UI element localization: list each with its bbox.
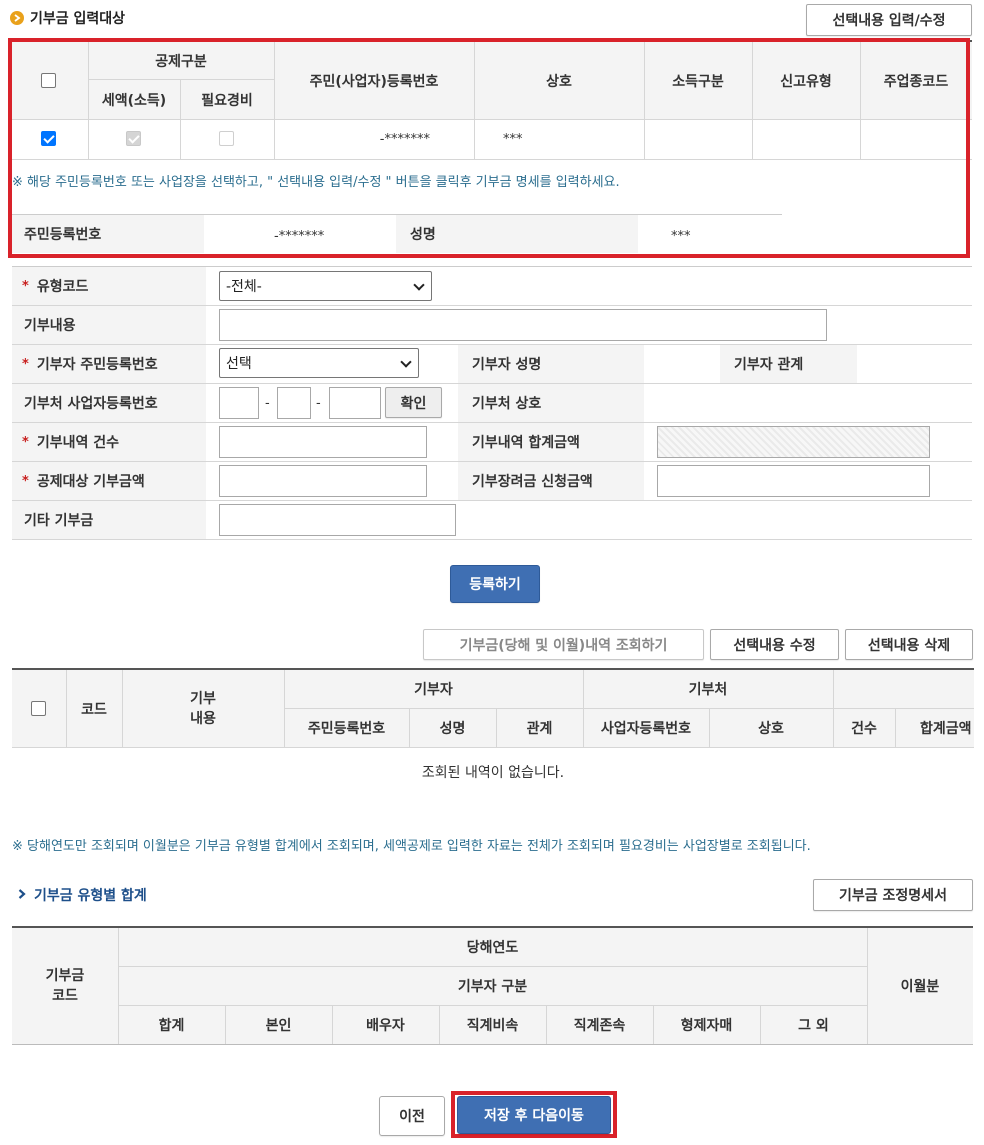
register-button[interactable]: 등록하기 (450, 565, 540, 603)
biz-reg-label: 기부처 사업자등록번호 (24, 396, 158, 412)
incentive-label: 기부장려금 신청금액 (472, 474, 593, 490)
list-total-header: 합계금액 (920, 721, 972, 737)
summary-col-ascendant: 직계존속 (573, 1018, 626, 1034)
select-input-button[interactable]: 선택내용 입력/수정 (806, 4, 972, 36)
summary-donor-type-header: 기부자 구분 (457, 979, 528, 995)
etc-input[interactable] (219, 504, 456, 536)
list-place-reg-header: 사업자등록번호 (600, 721, 692, 737)
target-highlight-box (8, 38, 970, 258)
list-empty-message: 조회된 내역이 없습니다. (421, 765, 565, 781)
adjust-statement-button[interactable]: 기부금 조정명세서 (813, 879, 973, 911)
summary-col-sibling: 형제자매 (680, 1018, 733, 1034)
list-code-header: 코드 (81, 701, 107, 718)
list-donor-relation-header: 관계 (526, 721, 553, 737)
save-next-button[interactable]: 저장 후 다음이동 (457, 1096, 611, 1134)
list-donor-group-header: 기부자 (414, 682, 453, 698)
incentive-input[interactable] (657, 465, 930, 497)
biz-name-label: 기부처 상호 (472, 396, 542, 412)
chevron-down-icon (413, 279, 425, 291)
donor-reg-label: * 기부자 주민등록번호 (22, 356, 158, 374)
biz-reg-input-3[interactable] (329, 387, 381, 419)
summary-col-descendant: 직계비속 (466, 1018, 519, 1034)
summary-code-header: 기부금 코드 (45, 968, 85, 1004)
list-place-group-header: 기부처 (688, 682, 728, 698)
chevron-down-icon (400, 356, 412, 368)
list-select-all-checkbox[interactable] (31, 701, 46, 716)
list-note: ※ 당해연도만 조회되며 이월분은 기부금 유형별 합계에서 조회되며, 세액공… (12, 839, 811, 854)
edit-selected-button[interactable]: 선택내용 수정 (710, 629, 839, 660)
section-header: 기부금 입력대상 (10, 8, 125, 28)
summary-title: 기부금 유형별 합계 (34, 888, 147, 904)
total-label: 기부내역 합계금액 (472, 435, 580, 451)
donor-name-label: 기부자 성명 (472, 357, 542, 373)
biz-reg-dash-2: - (316, 395, 321, 411)
deduct-input[interactable] (219, 465, 427, 497)
bullet-circle-icon (10, 11, 24, 25)
type-code-label: * 유형코드 (22, 278, 89, 296)
prev-button[interactable]: 이전 (379, 1096, 445, 1136)
biz-reg-input-1[interactable] (219, 387, 259, 419)
biz-reg-dash-1: - (265, 395, 270, 411)
list-donor-name-header: 성명 (439, 721, 466, 737)
summary-col-total: 합계 (158, 1018, 185, 1034)
list-place-name-header: 상호 (758, 721, 784, 737)
summary-col-spouse: 배우자 (366, 1018, 405, 1034)
summary-header: 기부금 유형별 합계 (18, 885, 147, 905)
delete-selected-button[interactable]: 선택내용 삭제 (845, 629, 973, 660)
donor-relation-label: 기부자 관계 (734, 357, 804, 373)
summary-col-self: 본인 (265, 1018, 292, 1034)
total-input-disabled (657, 426, 930, 458)
section-title: 기부금 입력대상 (30, 11, 126, 27)
count-input[interactable] (219, 426, 427, 458)
chevron-right-icon (18, 887, 26, 903)
query-history-button[interactable]: 기부금(당해 및 이월)내역 조회하기 (423, 629, 704, 660)
summary-year-header: 당해연도 (466, 940, 519, 956)
count-label: * 기부내역 건수 (22, 434, 119, 452)
summary-col-other: 그 외 (798, 1018, 829, 1034)
biz-reg-input-2[interactable] (277, 387, 311, 419)
etc-label: 기타 기부금 (24, 513, 94, 529)
donor-reg-select[interactable]: 선택 (219, 348, 419, 378)
confirm-button[interactable]: 확인 (385, 387, 442, 418)
summary-carry-header: 이월분 (900, 979, 940, 995)
list-content-header: 기부 내용 (190, 690, 216, 727)
content-label: 기부내용 (24, 318, 76, 334)
list-count-header: 건수 (851, 721, 877, 737)
content-input[interactable] (219, 309, 827, 341)
type-code-select[interactable]: -전체- (219, 271, 432, 301)
list-donor-reg-header: 주민등록번호 (307, 721, 386, 737)
deduct-label: * 공제대상 기부금액 (22, 473, 145, 491)
